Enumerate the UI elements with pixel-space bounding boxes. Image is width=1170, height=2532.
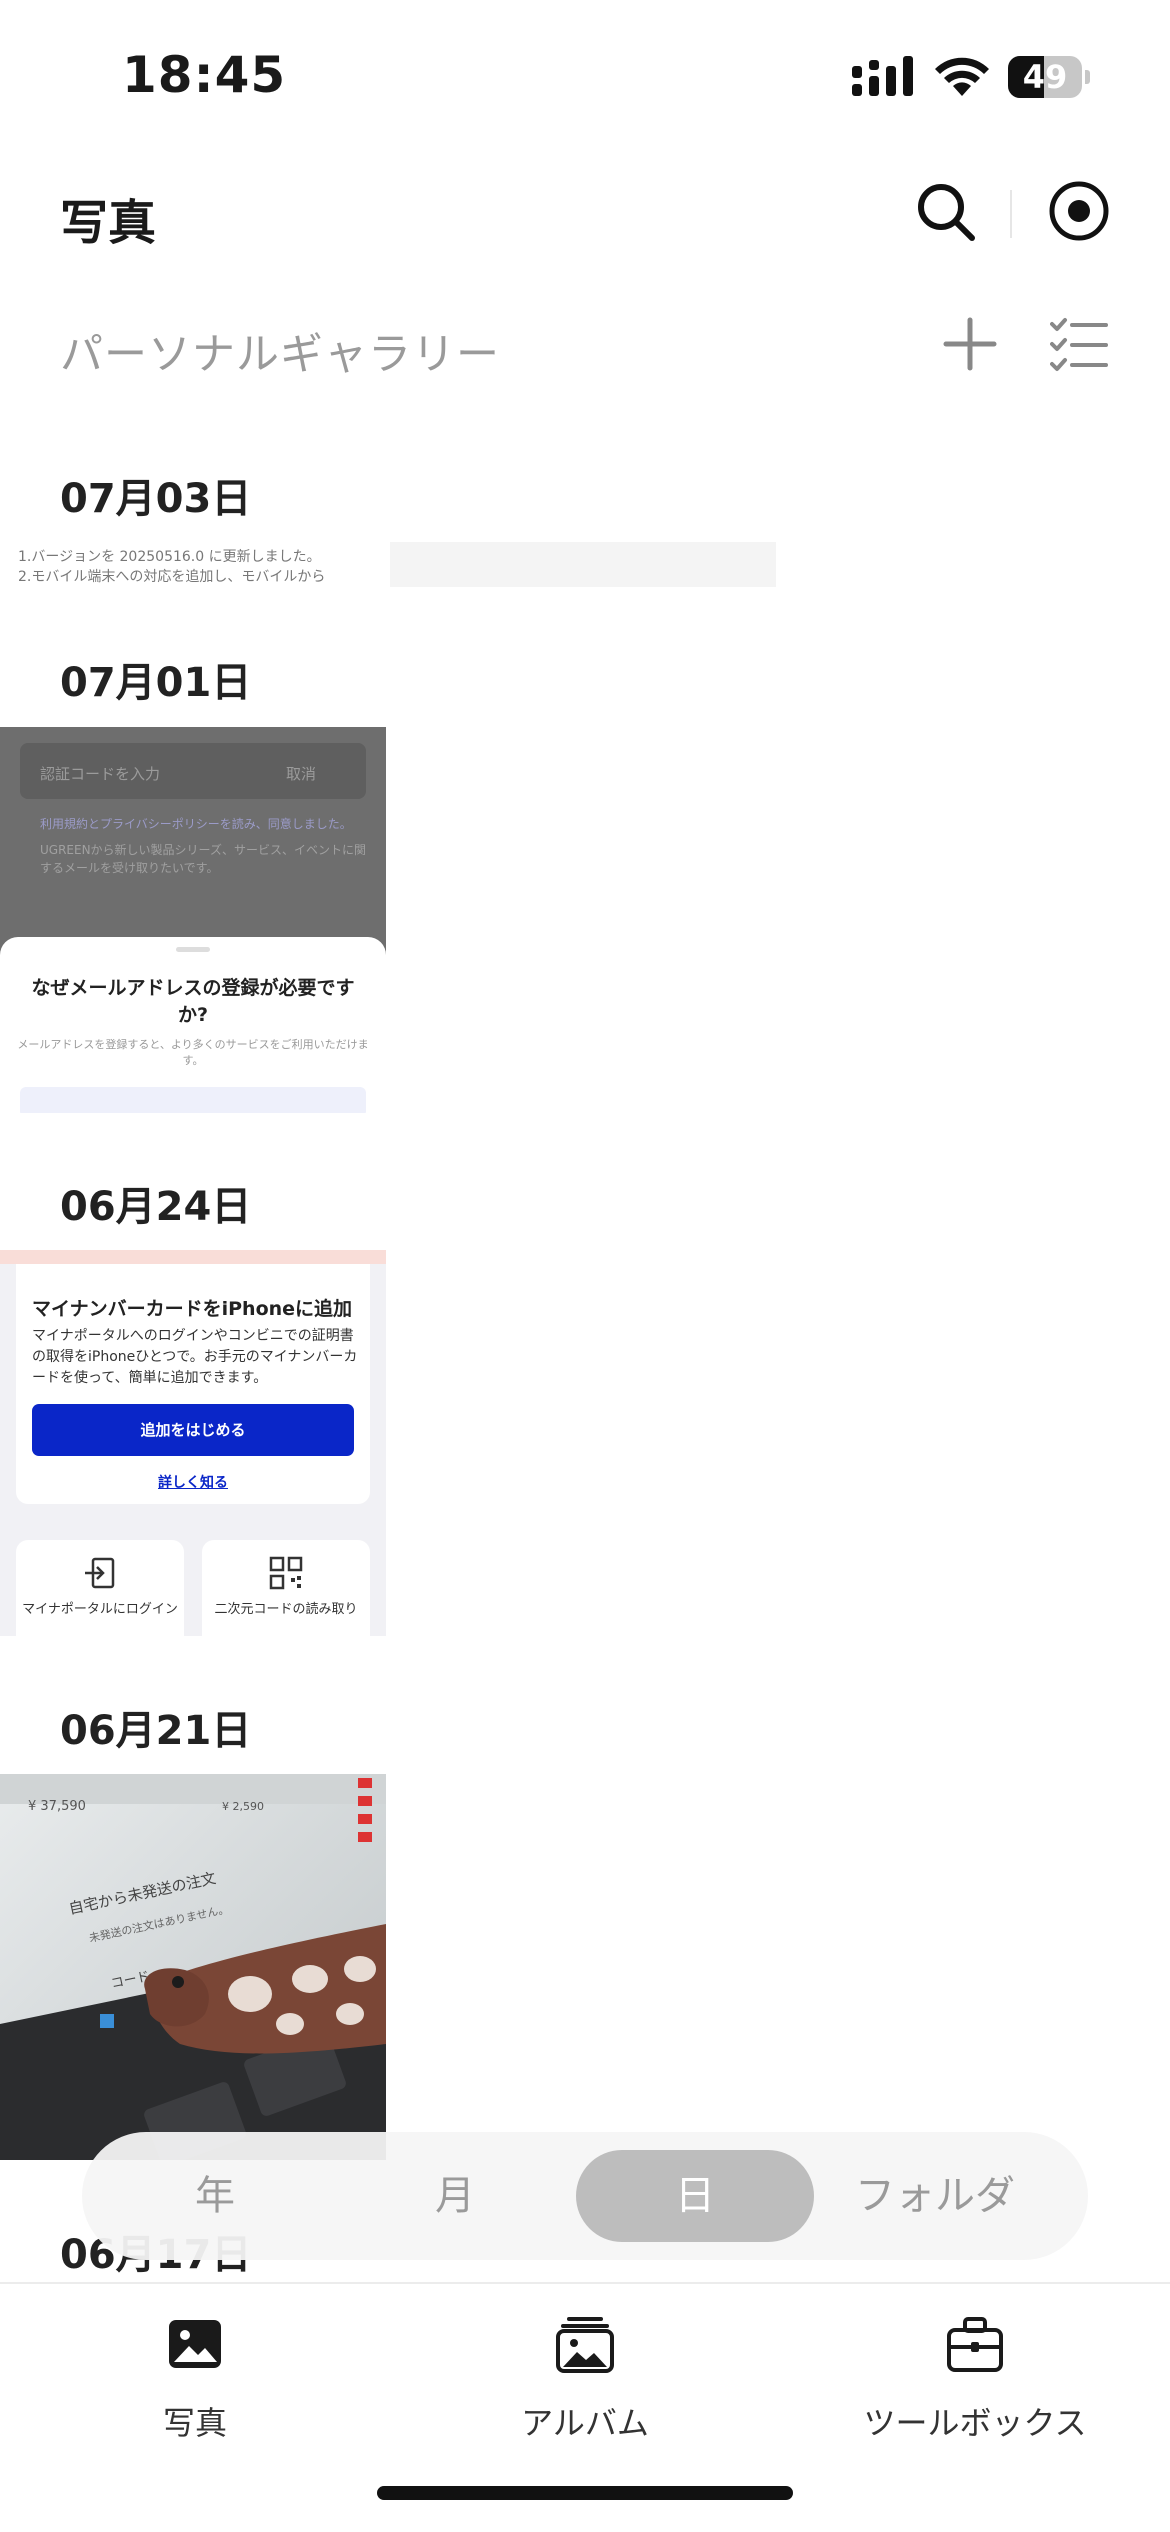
thumb-text: UGREENから新しい製品シリーズ、サービス、イベントに関するメールを受け取りた… (40, 843, 366, 875)
segment-day[interactable]: 日 (576, 2150, 814, 2242)
gallery-title: パーソナルギャラリー (60, 330, 500, 380)
record-icon[interactable] (1046, 178, 1112, 244)
segment-folder[interactable]: フォルダ (816, 2150, 1054, 2242)
date-label: 07月03日 (60, 476, 252, 522)
date-label: 06月24日 (60, 1184, 252, 1230)
page-title: 写真 (60, 195, 157, 251)
tab-photos[interactable]: 写真 (45, 2304, 345, 2442)
thumb-text: 取消 (286, 765, 317, 783)
album-icon (556, 2317, 614, 2373)
tab-toolbox[interactable]: ツールボックス (825, 2304, 1125, 2442)
thumb-text: 2.モバイル端末への対応を追加し、モバイルから (18, 569, 326, 585)
gecko-photo: ¥ 37,590 ¥ 2,590 自宅から未発送の注文 未発送の注文はありません… (0, 1774, 386, 2160)
status-bar: 18:45 49 (0, 0, 1170, 150)
photo-icon (169, 2320, 221, 2368)
date-label: 06月21日 (60, 1708, 252, 1754)
photo-thumbnail[interactable]: ¥ 37,590 ¥ 2,590 自宅から未発送の注文 未発送の注文はありません… (0, 1774, 386, 2160)
home-indicator (377, 2486, 793, 2500)
thumb-text: 認証コードを入力 (40, 765, 161, 783)
thumb-text: なぜメールアドレスの登録が必要ですか? (31, 977, 355, 1026)
thumb-text: 追加をはじめる (32, 1404, 354, 1456)
tab-label: ツールボックス (863, 2404, 1087, 2442)
thumb-text: 1.バージョンを 20250516.0 に更新しました。 (18, 549, 321, 565)
battery-level: 49 (1022, 58, 1068, 96)
header-divider (1010, 190, 1012, 238)
thumb-text: 二次元コードの読み取り (214, 1602, 358, 1617)
photo-thumbnail[interactable]: 1.バージョンを 20250516.0 に更新しました。 2.モバイル端末への対… (0, 542, 386, 587)
toolbox-icon (947, 2317, 1003, 2372)
add-icon[interactable] (940, 314, 1000, 374)
signal-icon (852, 56, 913, 96)
date-label: 07月01日 (60, 660, 252, 706)
thumb-text: 詳しく知る (158, 1475, 228, 1491)
tab-label: アルバム (521, 2404, 649, 2442)
login-icon (85, 1557, 115, 1589)
battery-icon: 49 (1008, 56, 1090, 98)
thumb-text: 利用規約とプライバシーポリシーを読み、同意しました。 (40, 817, 352, 831)
thumb-sheet: なぜメールアドレスの登録が必要ですか? メールアドレスを登録すると、より多くのサ… (0, 937, 386, 1113)
thumb-text: メールアドレスを登録すると、より多くのサービスをご利用いただけます。 (17, 1038, 369, 1067)
photo-thumbnail[interactable]: マイナンバーカードをiPhoneに追加 マイナポータルへのログインやコンビニでの… (0, 1250, 386, 1636)
wifi-icon (935, 57, 989, 96)
tab-albums[interactable]: アルバム (435, 2304, 735, 2442)
thumb-text: ¥ 37,590 (28, 1799, 86, 1814)
view-mode-segment: 年 月 日 フォルダ (82, 2132, 1088, 2260)
photo-thumbnail[interactable]: 認証コードを入力 取消 利用規約とプライバシーポリシーを読み、同意しました。 U… (0, 727, 386, 1113)
photo-thumbnail[interactable] (390, 542, 776, 587)
thumb-text: マイナンバーカードをiPhoneに追加 (32, 1298, 353, 1320)
thumb-text: マイナポータルにログイン (22, 1602, 178, 1617)
thumb-text: ¥ 2,590 (222, 1800, 264, 1813)
tab-label: 写真 (162, 2404, 227, 2442)
thumb-text: マイナポータルへのログインやコンビニでの証明書の取得をiPhoneひとつで。お手… (32, 1328, 358, 1386)
qr-code-icon (269, 1556, 303, 1590)
segment-month[interactable]: 月 (336, 2150, 574, 2242)
segment-year[interactable]: 年 (96, 2150, 334, 2242)
search-icon[interactable] (912, 178, 978, 244)
status-time: 18:45 (122, 46, 287, 104)
checklist-icon[interactable] (1050, 314, 1108, 374)
